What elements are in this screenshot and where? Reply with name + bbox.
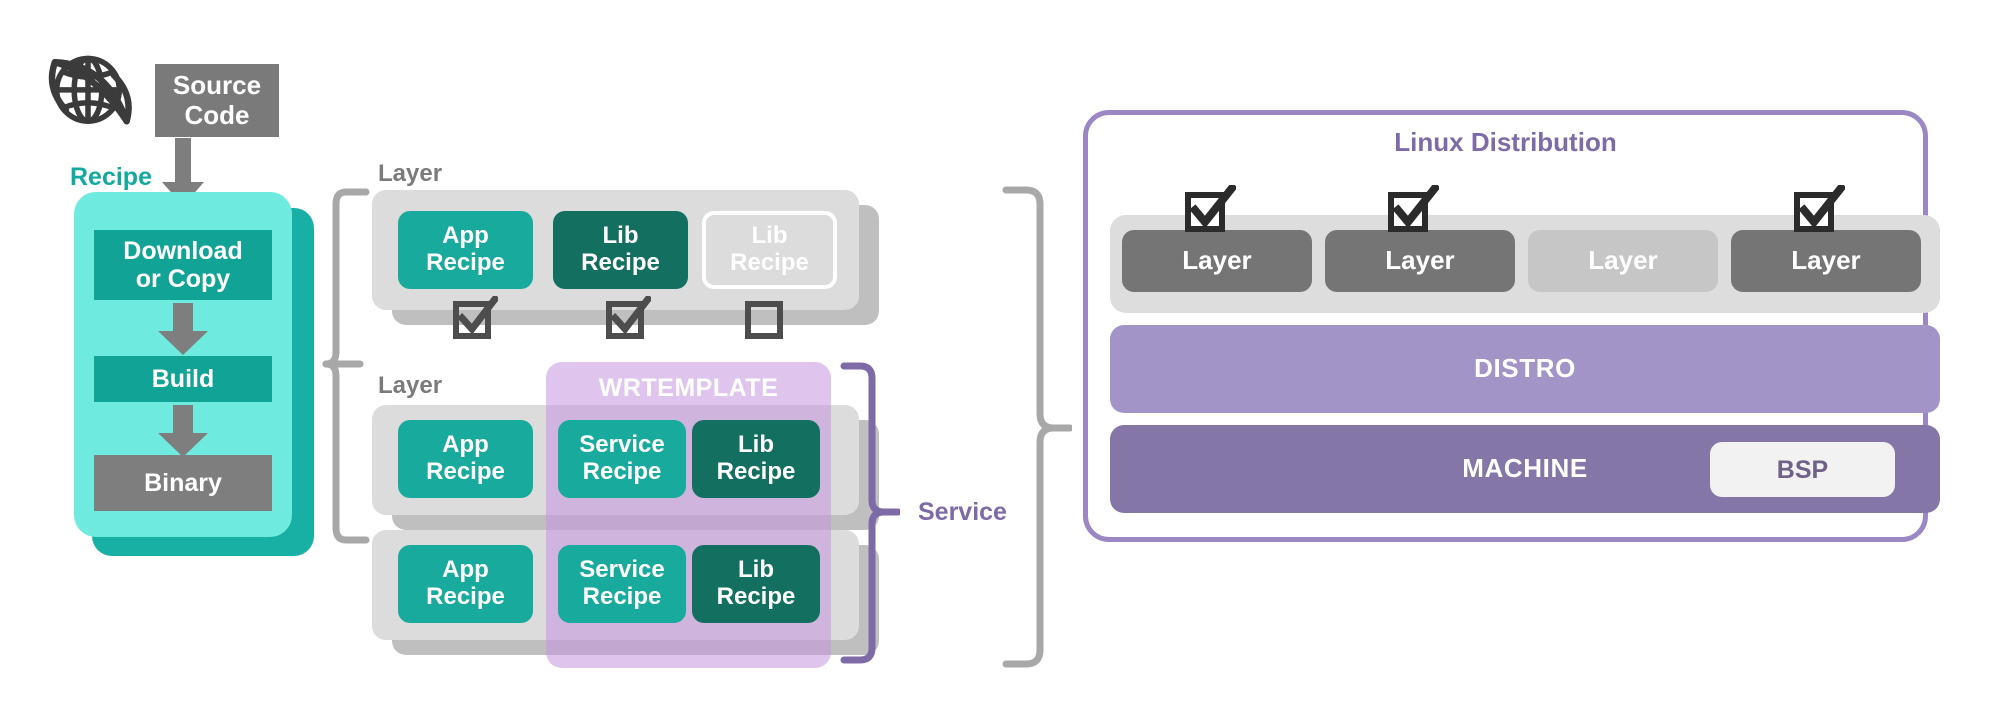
recipe-chip-app-1[interactable]: App Recipe [398,211,533,289]
recipe-chip-label-line2: Recipe [581,249,660,276]
recipe-chip-label-line1: Lib [602,222,639,250]
recipe-chip-lib-ghost[interactable]: Lib Recipe [702,211,837,289]
bsp-box[interactable]: BSP [1710,442,1895,497]
distribution-layer-label: Layer [1588,245,1658,276]
recipe-step-build: Build [94,356,272,402]
recipe-chip-label-line2: Recipe [582,583,662,610]
source-code-label-line1: Source [172,70,262,101]
recipe-chip-label-line2: Recipe [716,583,796,610]
recipe-step-build-label: Build [151,365,215,393]
checkbox-checked-recipe-app-1[interactable] [452,294,500,342]
linux-distribution-title: Linux Distribution [1394,127,1617,158]
recipe-chip-label-line1: Lib [738,556,774,584]
distribution-bracket [1000,184,1074,670]
recipe-label: Recipe [70,163,152,191]
diagram-canvas: Source Code Recipe Download or Copy Buil… [0,0,1993,718]
service-bracket [838,360,902,670]
recipe-arrow-1 [158,303,208,355]
recipe-bracket [316,186,372,546]
recipe-chip-label-line1: App [442,431,489,459]
machine-bar-label: MACHINE [1462,453,1588,484]
recipe-chip-app-3[interactable]: App Recipe [398,545,533,623]
recipe-chip-label-line1: Service [579,556,665,584]
recipe-chip-lib-3[interactable]: Lib Recipe [692,545,820,623]
checkbox-checked-distribution-layer-1[interactable] [1184,182,1238,237]
distro-bar-label: DISTRO [1474,353,1576,384]
recipe-chip-service-2[interactable]: Service Recipe [558,545,686,623]
source-code-label-line2: Code [184,99,250,130]
distribution-layer-label: Layer [1182,245,1252,276]
recipe-step-download-or-copy: Download or Copy [94,230,272,300]
checkbox-checked-distribution-layer-2[interactable] [1387,182,1441,237]
recipe-chip-label-line2: Recipe [426,458,505,485]
layer-label-top: Layer [378,160,443,187]
recipe-chip-lib-2[interactable]: Lib Recipe [692,420,820,498]
recipe-step-download-line2: or Copy [135,265,231,293]
distribution-layer-label: Layer [1385,245,1455,276]
recipe-chip-label-line1: App [442,222,489,250]
layer-label-mid: Layer [378,372,443,399]
recipe-chip-lib-1[interactable]: Lib Recipe [553,211,688,289]
recipe-chip-label-line2: Recipe [426,583,505,610]
wrtemplate-title: WRTEMPLATE [598,374,779,402]
distribution-layer-2[interactable]: Layer [1325,230,1515,292]
recipe-step-binary: Binary [94,455,272,511]
recipe-step-download-line1: Download [123,237,243,265]
recipe-chip-app-2[interactable]: App Recipe [398,420,533,498]
recipe-chip-label-line1: Lib [751,222,788,250]
distribution-layer-3[interactable]: Layer [1528,230,1718,292]
globe-icon [42,42,134,134]
recipe-step-binary-label: Binary [144,469,222,497]
distribution-layer-1[interactable]: Layer [1122,230,1312,292]
checkbox-unchecked-recipe-lib-ghost[interactable] [744,296,790,342]
distribution-layer-4[interactable]: Layer [1731,230,1921,292]
bsp-label: BSP [1776,455,1829,484]
checkbox-checked-recipe-lib-1[interactable] [605,294,653,342]
distribution-layer-label: Layer [1791,245,1861,276]
recipe-chip-label-line1: App [442,556,489,584]
service-bracket-label: Service [918,498,1007,526]
recipe-chip-label-line1: Service [579,431,665,459]
source-code-box: Source Code [155,64,279,137]
recipe-chip-label-line2: Recipe [730,249,809,276]
recipe-chip-service-1[interactable]: Service Recipe [558,420,686,498]
recipe-chip-label-line2: Recipe [426,249,505,276]
checkbox-checked-distribution-layer-4[interactable] [1793,182,1847,237]
recipe-chip-label-line1: Lib [738,431,774,459]
recipe-arrow-2 [158,405,208,457]
recipe-chip-label-line2: Recipe [716,458,796,485]
distro-bar[interactable]: DISTRO [1110,325,1940,413]
recipe-chip-label-line2: Recipe [582,458,662,485]
